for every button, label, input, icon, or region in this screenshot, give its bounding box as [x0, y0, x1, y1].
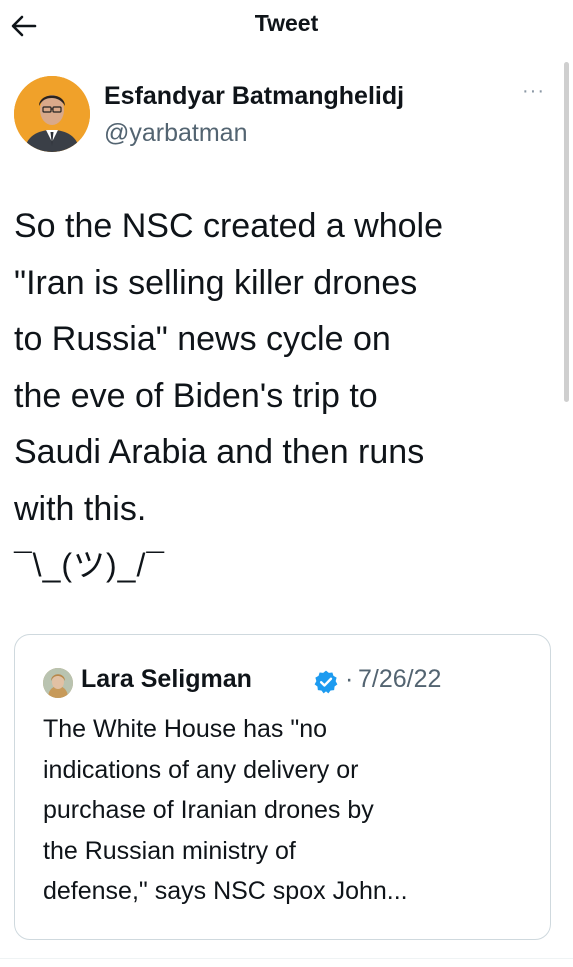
author-name[interactable]: Esfandyar Batmanghelidj: [104, 82, 404, 111]
shrug-text: ¯\_(ツ)_/¯: [14, 547, 166, 583]
scrollbar[interactable]: [564, 62, 569, 402]
divider: [0, 958, 573, 959]
quoted-tweet-card[interactable]: Lara Seligman · 7/26/22 The White House …: [14, 634, 551, 940]
author-handle[interactable]: @yarbatman: [104, 119, 248, 148]
page-title: Tweet: [254, 10, 319, 36]
avatar[interactable]: [14, 76, 90, 152]
quoted-date: 7/26/22: [358, 665, 442, 693]
tweet-text: So the NSC created a whole "Iran is sell…: [14, 207, 444, 528]
quoted-author-name: Lara Seligman: [81, 665, 252, 693]
verified-badge-icon: [314, 670, 338, 694]
separator-dot: ·: [345, 665, 354, 693]
tweet-author: Esfandyar Batmanghelidj @yarbatman ···: [14, 76, 559, 156]
avatar-portrait-icon: [14, 76, 90, 152]
quoted-avatar-portrait-icon: [43, 668, 73, 698]
quoted-tweet-text: The White House has "no indications of a…: [43, 715, 408, 905]
top-bar: Tweet: [0, 0, 573, 50]
quoted-avatar: [43, 668, 73, 698]
more-options-button[interactable]: ···: [522, 80, 545, 103]
